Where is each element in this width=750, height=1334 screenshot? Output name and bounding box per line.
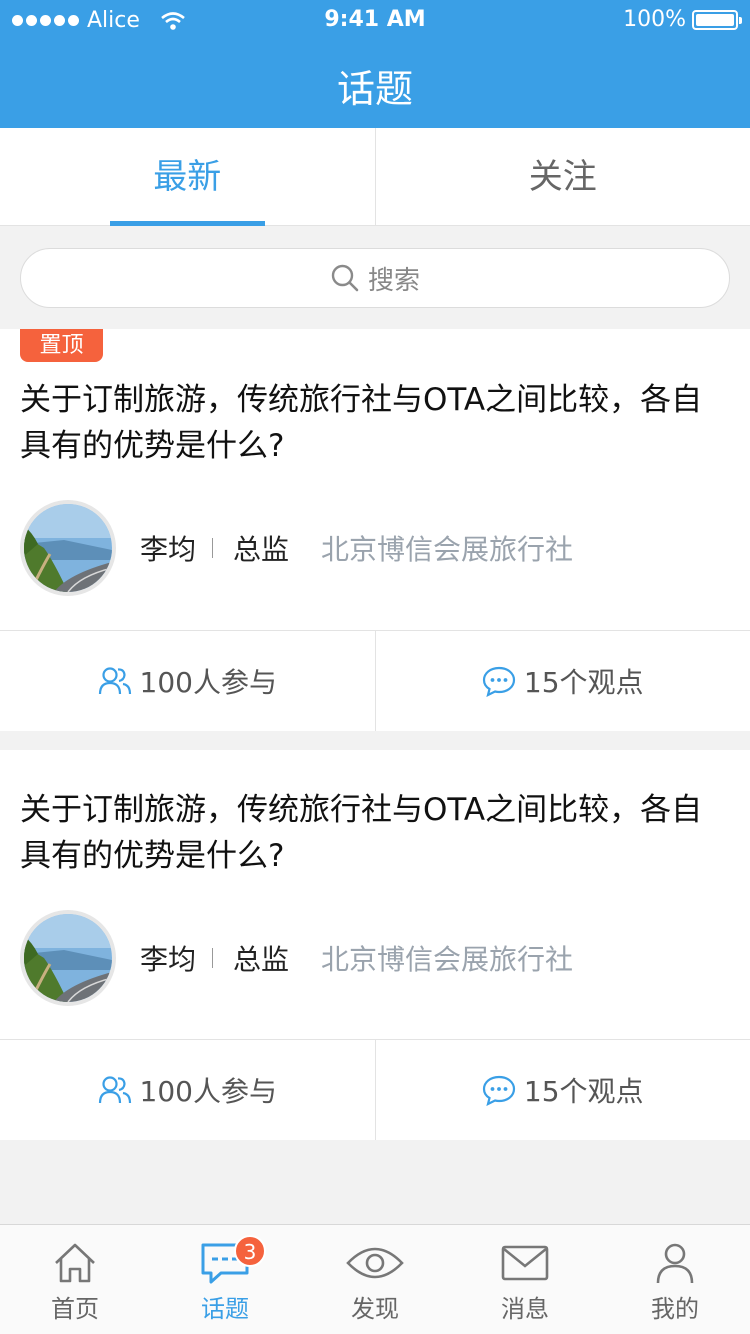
stats-row: 100人参与 15个观点: [0, 1039, 750, 1140]
tabbar-label: 消息: [501, 1295, 549, 1323]
author-role: 总监: [233, 533, 290, 566]
search-placeholder: 搜索: [367, 265, 420, 296]
mail-icon: [501, 1245, 549, 1281]
author-name[interactable]: 李均: [140, 528, 196, 568]
avatar[interactable]: [20, 500, 116, 596]
divider: [212, 538, 214, 558]
participants-count: 100人参与: [139, 666, 277, 699]
tabbar-item-messages[interactable]: 消息: [450, 1225, 600, 1334]
user-icon: [656, 1243, 694, 1284]
battery-icon: [692, 9, 742, 30]
page-title: 话题: [336, 67, 413, 111]
bottom-tab-bar: 首页 3 话题 发现 消息 我的: [0, 1224, 750, 1334]
people-icon: [98, 667, 131, 695]
tab-latest[interactable]: 最新: [0, 128, 375, 226]
topic-title[interactable]: 关于订制旅游，传统旅行社与OTA之间比较，各自具有的优势是什么?: [20, 377, 732, 469]
tabbar-item-home[interactable]: 首页: [0, 1225, 150, 1334]
author-row: 李均 总监 北京博信会展旅行社: [20, 910, 732, 1006]
stats-row: 100人参与 15个观点: [0, 630, 750, 731]
opinions-button[interactable]: 15个观点: [374, 1040, 750, 1140]
opinions-count: 15个观点: [523, 1075, 644, 1108]
divider: [212, 948, 214, 968]
tabbar-label: 我的: [651, 1295, 699, 1323]
people-icon: [98, 1076, 131, 1104]
participants-button[interactable]: 100人参与: [0, 631, 375, 731]
notification-badge: 3: [234, 1235, 266, 1267]
search-icon: [331, 264, 359, 292]
tabbar-label: 发现: [351, 1295, 399, 1323]
tabbar-label: 首页: [51, 1295, 99, 1323]
opinions-count: 15个观点: [523, 666, 644, 699]
top-bar: Alice 9:41 AM 100% 话题: [0, 0, 750, 128]
topic-title[interactable]: 关于订制旅游，传统旅行社与OTA之间比较，各自具有的优势是什么?: [20, 787, 732, 879]
author-row: 李均 总监 北京博信会展旅行社: [20, 500, 732, 596]
search-bar[interactable]: 搜索: [20, 248, 730, 308]
avatar[interactable]: [20, 910, 116, 1006]
opinions-button[interactable]: 15个观点: [374, 631, 750, 731]
participants-button[interactable]: 100人参与: [0, 1040, 375, 1140]
topic-card[interactable]: 置顶 关于订制旅游，传统旅行社与OTA之间比较，各自具有的优势是什么? 李均 总…: [0, 329, 750, 731]
tabbar-item-topics[interactable]: 3 话题: [150, 1225, 300, 1334]
home-icon: [55, 1243, 95, 1283]
pinned-badge: 置顶: [20, 329, 103, 362]
status-bar: Alice 9:41 AM 100%: [0, 0, 750, 40]
comment-icon: [482, 1075, 516, 1106]
tab-following[interactable]: 关注: [374, 128, 750, 225]
segment-tabs: 最新 关注: [0, 128, 750, 226]
author-name[interactable]: 李均: [140, 938, 196, 978]
tabbar-item-profile[interactable]: 我的: [600, 1225, 750, 1334]
topic-card[interactable]: 关于订制旅游，传统旅行社与OTA之间比较，各自具有的优势是什么? 李均 总监 北…: [0, 750, 750, 1140]
author-company: 北京博信会展旅行社: [321, 943, 574, 976]
eye-icon: [346, 1247, 404, 1279]
battery-percent: 100%: [623, 7, 686, 32]
author-role: 总监: [233, 943, 290, 976]
participants-count: 100人参与: [139, 1075, 277, 1108]
comment-icon: [482, 666, 516, 697]
author-company: 北京博信会展旅行社: [321, 533, 574, 566]
tabbar-item-discover[interactable]: 发现: [300, 1225, 450, 1334]
tabbar-label: 话题: [201, 1295, 249, 1323]
